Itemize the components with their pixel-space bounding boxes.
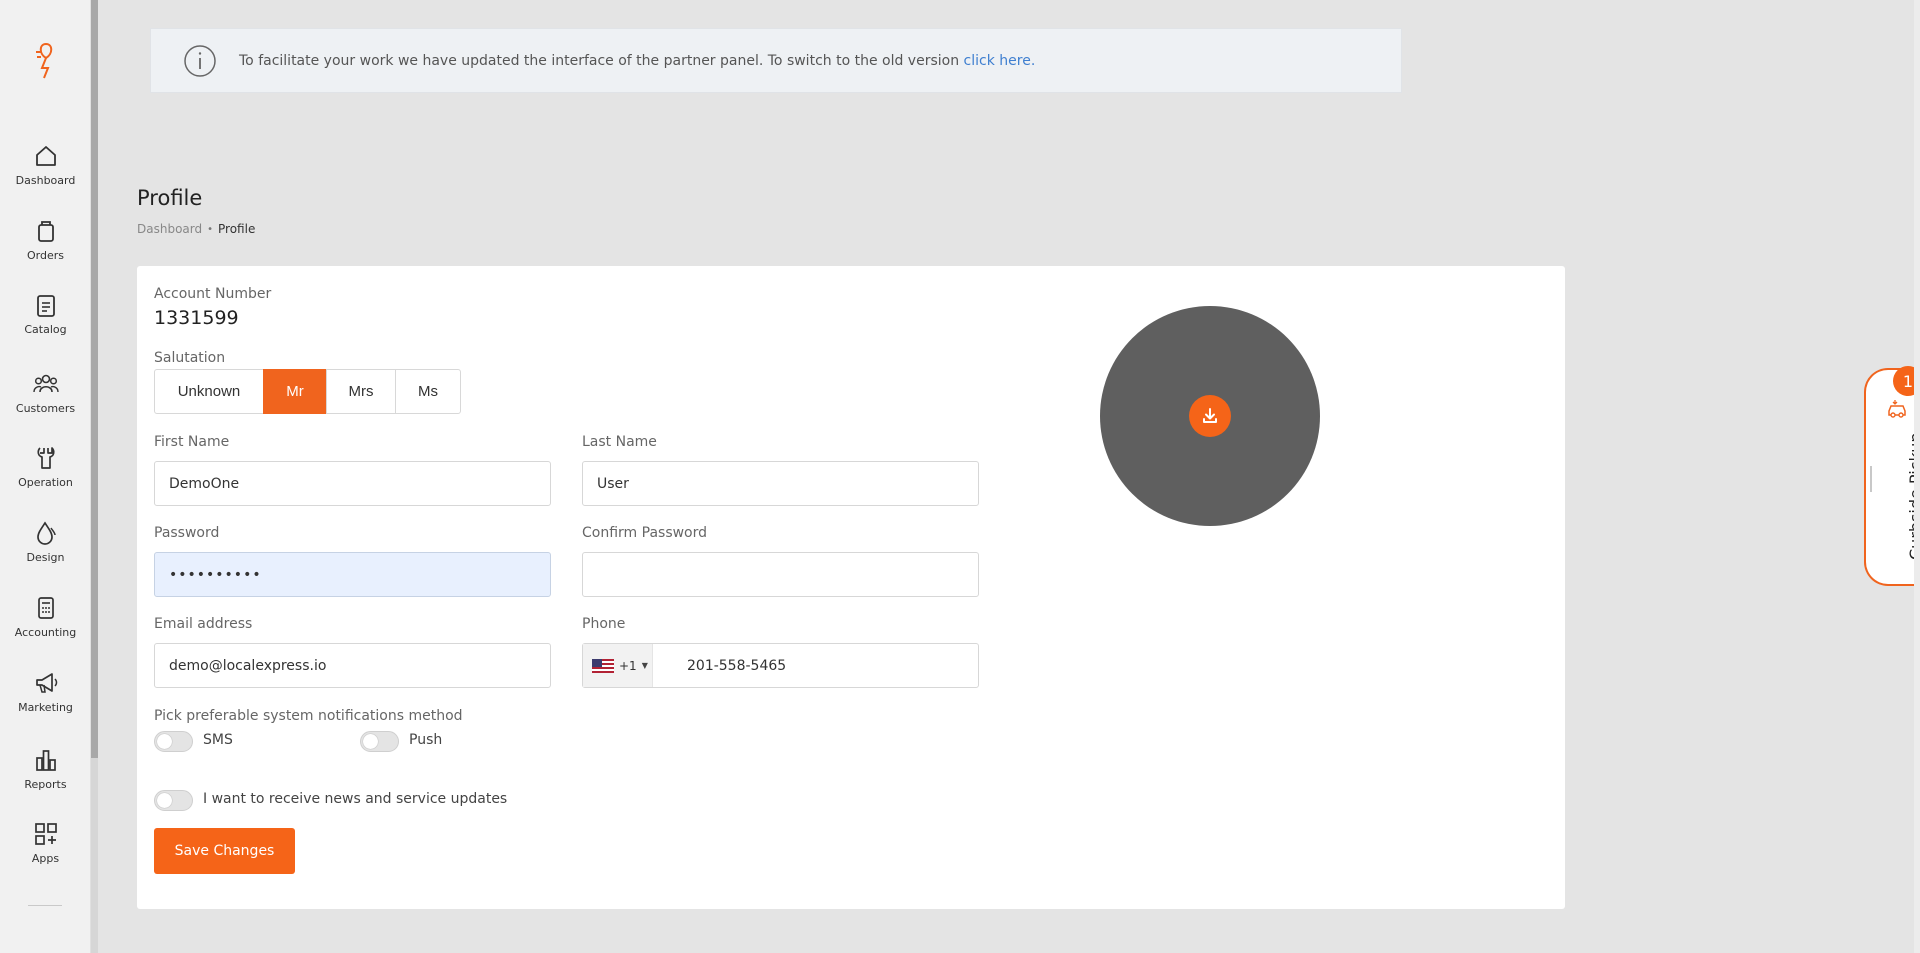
nav-label: Catalog	[24, 323, 67, 336]
nav-label: Accounting	[14, 626, 77, 639]
breadcrumb-separator: •	[207, 223, 214, 235]
account-number: 1331599	[154, 307, 239, 329]
notify-method-label: Pick preferable system notifications met…	[154, 708, 463, 724]
news-updates-toggle[interactable]	[154, 790, 193, 811]
sms-label: SMS	[203, 732, 233, 748]
nav-label: Marketing	[18, 701, 73, 714]
nav-label: Reports	[24, 778, 67, 791]
nav-reports[interactable]: Reports	[0, 746, 91, 808]
country-code-select[interactable]: +1 ▼	[583, 644, 653, 687]
car-icon	[1888, 400, 1906, 418]
info-icon	[184, 44, 216, 77]
page-scrollbar[interactable]	[1914, 0, 1920, 953]
salutation-group: Unknown Mr Mrs Ms	[154, 369, 461, 414]
breadcrumb-current: Profile	[218, 222, 256, 236]
nav-customers[interactable]: Customers	[0, 370, 91, 432]
nav-dashboard[interactable]: Dashboard	[0, 142, 91, 204]
profile-card: Account Number 1331599 Salutation Unknow…	[137, 266, 1565, 909]
breadcrumb-dashboard[interactable]: Dashboard	[137, 222, 202, 236]
phone-field: +1 ▼ 201-558-5465	[582, 643, 979, 688]
nav-design[interactable]: Design	[0, 519, 91, 581]
nav-label: Customers	[15, 402, 76, 415]
salutation-ms[interactable]: Ms	[395, 369, 461, 414]
nav-divider	[28, 905, 62, 906]
notice-message: To facilitate your work we have updated …	[239, 53, 1035, 69]
country-code: +1	[619, 658, 637, 673]
nav-marketing[interactable]: Marketing	[0, 669, 91, 731]
first-name-field[interactable]: DemoOne	[154, 461, 551, 506]
old-version-link[interactable]: click here.	[964, 53, 1036, 69]
toggle-knob	[157, 793, 172, 808]
avatar	[1100, 306, 1320, 526]
nav-label: Design	[26, 551, 65, 564]
phone-number-input[interactable]: 201-558-5465	[687, 658, 786, 674]
nav-label: Dashboard	[15, 174, 76, 187]
drag-handle[interactable]	[1870, 466, 1872, 492]
download-icon	[1203, 408, 1217, 423]
password-label: Password	[154, 525, 220, 541]
sms-toggle[interactable]	[154, 731, 193, 752]
phone-label: Phone	[582, 616, 626, 632]
confirm-password-field[interactable]	[582, 552, 979, 597]
sidebar: Dashboard Orders Catalog Customers Opera…	[0, 0, 91, 953]
grid-icon	[34, 823, 57, 845]
notice-text: To facilitate your work we have updated …	[239, 52, 964, 69]
calculator-icon	[37, 597, 54, 619]
salutation-mrs[interactable]: Mrs	[326, 369, 396, 414]
last-name-field[interactable]: User	[582, 461, 979, 506]
last-name-label: Last Name	[582, 434, 657, 450]
push-label: Push	[409, 732, 443, 748]
password-field[interactable]: ••••••••••	[154, 552, 551, 597]
scrollbar-thumb[interactable]	[91, 0, 98, 758]
salutation-label: Salutation	[154, 350, 226, 366]
push-toggle[interactable]	[360, 731, 399, 752]
page-title: Profile	[137, 186, 203, 210]
nav-apps[interactable]: Apps	[0, 820, 91, 882]
clipboard-icon	[36, 295, 55, 317]
news-updates-label: I want to receive news and service updat…	[203, 791, 508, 807]
wrench-icon	[36, 447, 55, 469]
megaphone-icon	[35, 673, 57, 693]
us-flag-icon	[592, 658, 614, 673]
email-label: Email address	[154, 616, 253, 632]
nav-label: Apps	[31, 852, 60, 865]
nav-label: Orders	[27, 249, 64, 262]
nav-operation[interactable]: Operation	[0, 444, 91, 506]
save-changes-button[interactable]: Save Changes	[154, 828, 295, 874]
toggle-knob	[157, 734, 172, 749]
email-field[interactable]: demo@localexpress.io	[154, 643, 551, 688]
nav-label: Operation	[18, 476, 73, 489]
curbside-pickup-tab[interactable]: Curbside Pickup	[1864, 368, 1920, 586]
account-number-label: Account Number	[154, 286, 272, 302]
breadcrumb: Dashboard • Profile	[137, 222, 255, 236]
nav-accounting[interactable]: Accounting	[0, 594, 91, 656]
update-notice: To facilitate your work we have updated …	[150, 28, 1402, 93]
shopping-bag-icon	[37, 221, 54, 242]
first-name-label: First Name	[154, 434, 230, 450]
caret-down-icon: ▼	[641, 661, 648, 670]
logo-icon	[36, 42, 53, 79]
drops-icon	[36, 521, 56, 545]
salutation-mr[interactable]: Mr	[263, 369, 327, 414]
salutation-unknown[interactable]: Unknown	[154, 369, 264, 414]
nav-orders[interactable]: Orders	[0, 217, 91, 279]
confirm-password-label: Confirm Password	[582, 525, 708, 541]
users-icon	[32, 374, 59, 393]
upload-avatar-button[interactable]	[1189, 395, 1231, 437]
home-icon	[35, 146, 56, 166]
toggle-knob	[363, 734, 378, 749]
nav-catalog[interactable]: Catalog	[0, 291, 91, 353]
bar-chart-icon	[35, 750, 56, 771]
sidebar-scrollbar[interactable]	[91, 0, 98, 953]
